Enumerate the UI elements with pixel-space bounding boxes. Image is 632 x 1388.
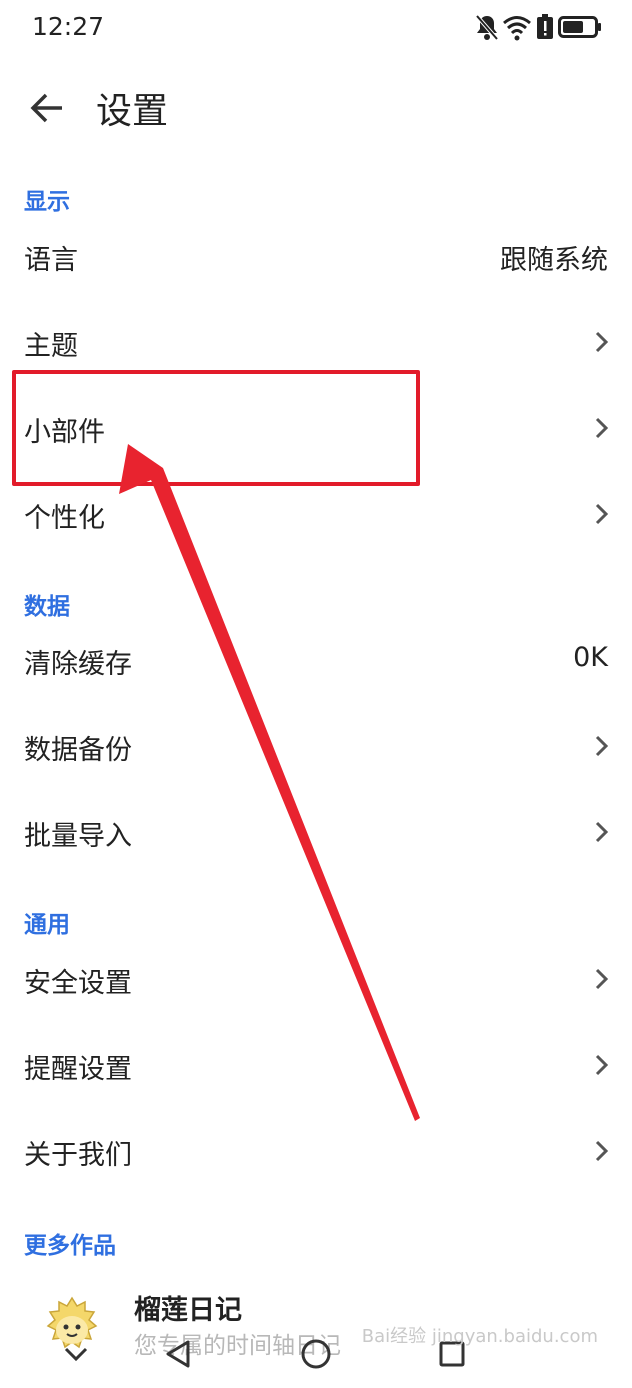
status-bar: 12:27: [0, 0, 632, 56]
wifi-icon: [503, 16, 531, 41]
app-bar: 设置: [0, 70, 632, 142]
row-batch-import[interactable]: 批量导入: [0, 800, 632, 864]
chevron-right-icon: [595, 735, 609, 757]
row-label: 语言: [24, 245, 78, 276]
chevron-right-icon: [595, 1054, 609, 1076]
status-time: 12:27: [32, 12, 105, 41]
back-triangle-icon[interactable]: [164, 1338, 194, 1370]
section-header-display: 显示: [24, 189, 70, 215]
battery-icon: [558, 16, 601, 38]
row-label: 主题: [24, 331, 78, 362]
page-title: 设置: [96, 91, 169, 132]
chevron-right-icon: [595, 503, 609, 525]
battery-alert-icon: [537, 14, 553, 39]
row-security-settings[interactable]: 安全设置: [0, 947, 632, 1011]
watermark: Bai经验 jingyan.baidu.com: [361, 1326, 598, 1347]
chevron-right-icon: [595, 1140, 609, 1162]
chevron-right-icon: [595, 968, 609, 990]
row-reminder-settings[interactable]: 提醒设置: [0, 1033, 632, 1097]
row-clear-cache[interactable]: 清除缓存 0K: [0, 628, 632, 692]
status-icons: [474, 12, 604, 44]
app-name: 榴莲日记: [134, 1295, 242, 1326]
row-value: 跟随系统: [500, 245, 608, 276]
section-header-data: 数据: [24, 594, 70, 620]
row-data-backup[interactable]: 数据备份: [0, 714, 632, 778]
row-language[interactable]: 语言 跟随系统: [0, 224, 632, 288]
home-circle-icon[interactable]: [300, 1338, 332, 1370]
chevron-down-icon[interactable]: [62, 1342, 90, 1366]
bell-off-icon: [475, 14, 499, 41]
row-label: 个性化: [24, 503, 105, 534]
chevron-right-icon: [595, 331, 609, 353]
section-header-general: 通用: [24, 912, 70, 938]
row-about-us[interactable]: 关于我们: [0, 1119, 632, 1183]
row-value: 0K: [573, 642, 608, 673]
row-label: 数据备份: [24, 735, 132, 766]
chevron-right-icon: [595, 417, 609, 439]
row-personalization[interactable]: 个性化: [0, 482, 632, 546]
row-label: 安全设置: [24, 968, 132, 999]
row-theme[interactable]: 主题: [0, 310, 632, 374]
row-label: 提醒设置: [24, 1054, 132, 1085]
row-label: 关于我们: [24, 1140, 132, 1171]
row-label: 清除缓存: [24, 649, 132, 680]
section-header-more: 更多作品: [24, 1233, 116, 1259]
highlight-box: [12, 370, 420, 486]
row-label: 批量导入: [24, 821, 132, 852]
arrow-left-icon: [30, 93, 62, 123]
back-button[interactable]: [26, 86, 70, 130]
chevron-right-icon: [595, 821, 609, 843]
